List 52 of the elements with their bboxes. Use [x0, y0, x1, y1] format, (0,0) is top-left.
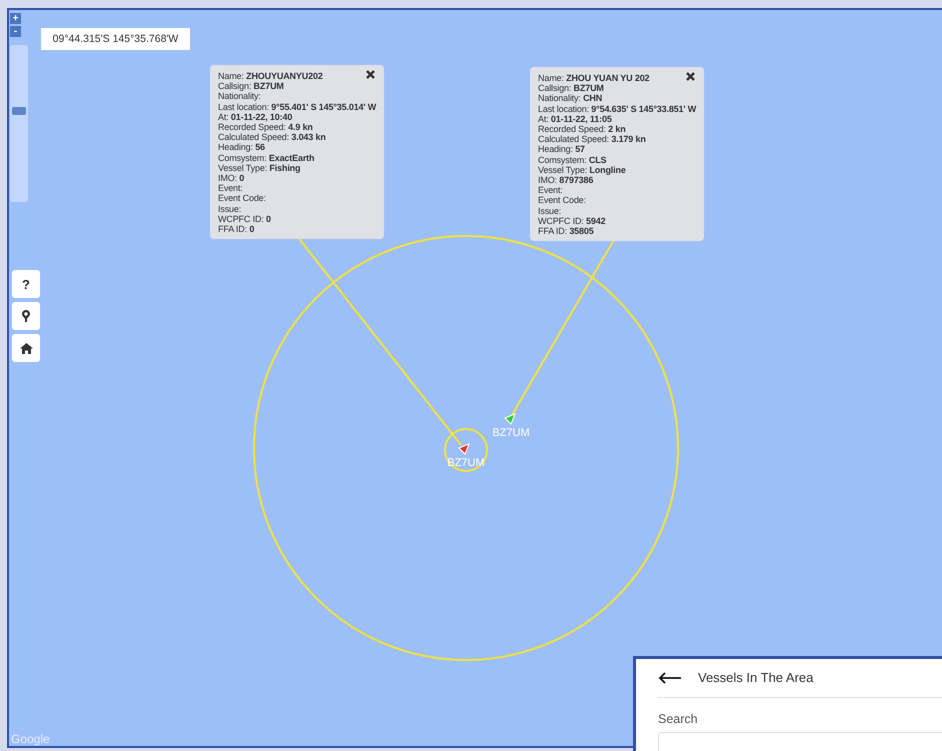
vessel-label: BZ7UM [492, 427, 530, 439]
vessel-marker-icon[interactable] [458, 443, 470, 455]
coordinates-display: 09°44.315'S 145°35.768'W [41, 28, 190, 50]
vessel-info-line: Heading: 56 [218, 142, 265, 153]
vessel-info-line: IMO: 0 [218, 173, 244, 184]
vessel-info-line: Last location: 9°55.401' S 145°35.014' W [218, 102, 376, 112]
vessel-info-line: Comsystem: CLS [538, 154, 606, 165]
search-field[interactable] [658, 732, 942, 751]
close-icon[interactable] [366, 70, 375, 79]
back-arrow-icon[interactable] [658, 672, 682, 684]
zoom-slider[interactable] [10, 45, 28, 202]
vessel-info-line: IMO: 8797386 [538, 175, 594, 186]
vessel-info-line: Last location: 9°54.635' S 145°33.851' W [538, 104, 696, 114]
vessel-info-line: Nationality: [218, 91, 261, 102]
vessel-info-line: FFA ID: 35805 [538, 226, 594, 236]
home-icon [20, 342, 32, 354]
zoom-out-button[interactable]: - [10, 26, 21, 37]
vessel-info-line: Event: [538, 185, 563, 196]
vessel-info-line: Event: [218, 183, 243, 194]
vessel-info-line: At: 01-11-22, 10:40 [218, 112, 292, 122]
vessel-info-line: Recorded Speed: 2 kn [538, 124, 626, 134]
map-attribution: Google [11, 732, 50, 746]
map-pin-icon [22, 310, 30, 322]
vessel-marker-icon[interactable] [504, 413, 516, 425]
vessel-info-line: Callsign: BZ7UM [218, 81, 284, 92]
vessel-info-line: Issue: [218, 204, 242, 214]
panel-title: Vessels In The Area [698, 670, 814, 686]
help-button[interactable]: ? [12, 270, 40, 298]
close-icon[interactable] [686, 72, 695, 81]
vessel-info-line: Comsystem: ExactEarth [218, 152, 314, 163]
vessel-info-line: Recorded Speed: 4.9 kn [218, 122, 313, 132]
vessel-info-line: Issue: [538, 206, 562, 216]
vessel-info-line: At: 01-11-22, 11:05 [538, 114, 612, 124]
vessel-info-line: Heading: 57 [538, 144, 585, 155]
vessel-info-line: FFA ID: 0 [218, 224, 254, 234]
zoom-in-button[interactable]: + [10, 13, 21, 24]
vessel-info-line: Vessel Type: Longline [538, 164, 626, 176]
vessel-info-line: Event Code: [538, 195, 586, 206]
zoom-slider-handle[interactable] [12, 107, 26, 116]
vessel-info-line: Name: ZHOUYUANYU202 [218, 71, 323, 82]
home-button[interactable] [12, 334, 40, 362]
vessel-info-line: Name: ZHOU YUAN YU 202 [538, 73, 650, 84]
location-button[interactable] [12, 302, 40, 330]
vessel-info-line: Nationality: CHN [538, 93, 602, 104]
vessel-info-line: Event Code: [218, 193, 266, 204]
vessel-info-line: WCPFC ID: 0 [218, 214, 271, 224]
vessel-info-line: Calculated Speed: 3.043 kn [218, 132, 326, 142]
vessel-info-line: WCPFC ID: 5942 [538, 216, 606, 226]
search-label: Search [658, 712, 699, 726]
vessel-info-line: Callsign: BZ7UM [538, 83, 604, 94]
vessel-info-line: Calculated Speed: 3.179 kn [538, 134, 646, 144]
vessel-info-line: Vessel Type: Fishing [218, 162, 300, 174]
